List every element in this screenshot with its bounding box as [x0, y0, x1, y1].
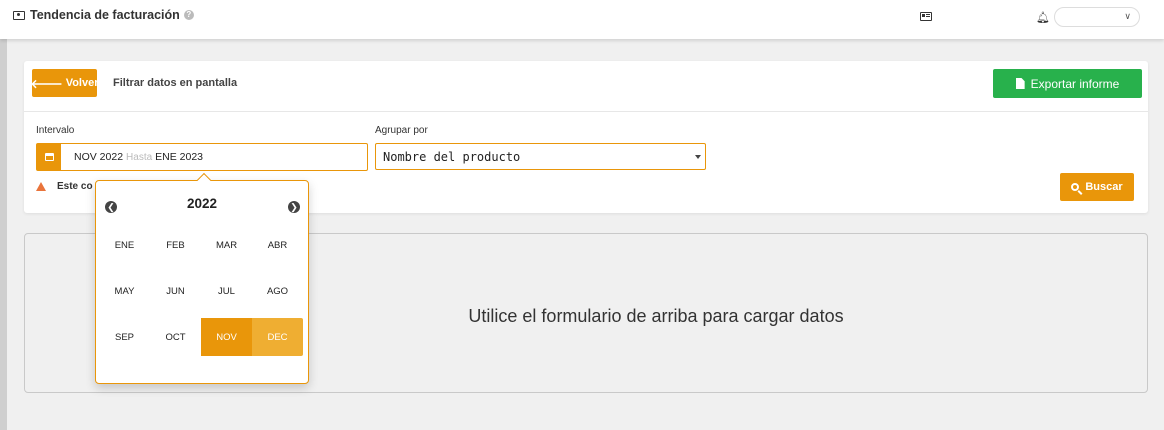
filter-title: Filtrar datos en pantalla: [113, 77, 238, 89]
warning-message: Este co: [36, 181, 93, 192]
warning-text: Este co: [57, 181, 93, 192]
month-nov[interactable]: NOV: [201, 318, 252, 356]
calendar-button[interactable]: [37, 144, 61, 170]
left-sidebar-edge: [0, 39, 7, 430]
month-picker: ❮ 2022 ❯ ENE FEB MAR ABR MAY JUN JUL AGO SEP OCT N…: [95, 172, 309, 384]
month-oct[interactable]: OCT: [150, 318, 201, 356]
picker-year: 2022: [186, 196, 218, 211]
search-button[interactable]: Buscar: [1060, 173, 1134, 201]
month-abr[interactable]: ABR: [252, 226, 303, 264]
page-title-wrap: Tendencia de facturación ?: [13, 8, 194, 22]
date-to: ENE 2023: [155, 151, 204, 163]
back-button[interactable]: 🡐 Volver: [30, 69, 99, 97]
money-icon: [13, 10, 25, 20]
search-icon: [1071, 183, 1080, 191]
month-jun[interactable]: JUN: [150, 272, 201, 310]
export-report-button[interactable]: Exportar informe: [993, 69, 1142, 98]
month-may[interactable]: MAY: [99, 272, 150, 310]
bell-icon[interactable]: 🔔︎: [1036, 11, 1050, 24]
next-year-icon[interactable]: ❯: [288, 201, 300, 213]
caret-down-icon: [695, 155, 701, 159]
group-by-select[interactable]: Nombre del producto: [375, 143, 706, 170]
user-select[interactable]: ∨: [1054, 7, 1140, 27]
month-grid: ENE FEB MAR ABR MAY JUN JUL AGO SEP OCT NOV DEC: [99, 226, 305, 356]
file-icon: [1015, 78, 1025, 89]
month-ene[interactable]: ENE: [99, 226, 150, 264]
arrow-left-icon: 🡐: [30, 76, 63, 91]
month-feb[interactable]: FEB: [150, 226, 201, 264]
month-jul[interactable]: JUL: [201, 272, 252, 310]
top-header: Tendencia de facturación ? 🔔︎ ∨: [0, 0, 1164, 39]
date-separator: Hasta: [126, 151, 153, 163]
card-divider: [24, 111, 1148, 112]
page-title: Tendencia de facturación: [30, 8, 180, 22]
group-by-label: Agrupar por: [375, 125, 428, 136]
month-ago[interactable]: AGO: [252, 272, 303, 310]
interval-label: Intervalo: [36, 125, 75, 136]
month-sep[interactable]: SEP: [99, 318, 150, 356]
month-mar[interactable]: MAR: [201, 226, 252, 264]
month-dec[interactable]: DEC: [252, 318, 303, 356]
id-card-icon[interactable]: [920, 12, 932, 21]
date-from: NOV 2022: [74, 151, 124, 163]
date-range-field[interactable]: NOV 2022 Hasta ENE 2023: [36, 143, 368, 171]
export-button-label: Exportar informe: [1030, 76, 1120, 91]
chevron-down-icon: ∨: [1124, 11, 1131, 21]
back-button-label: Volver: [65, 77, 99, 89]
warning-icon: [36, 182, 46, 191]
calendar-icon: [44, 153, 54, 161]
help-icon[interactable]: ?: [183, 10, 194, 20]
search-button-label: Buscar: [1085, 181, 1123, 193]
group-by-value: Nombre del producto: [383, 150, 521, 164]
